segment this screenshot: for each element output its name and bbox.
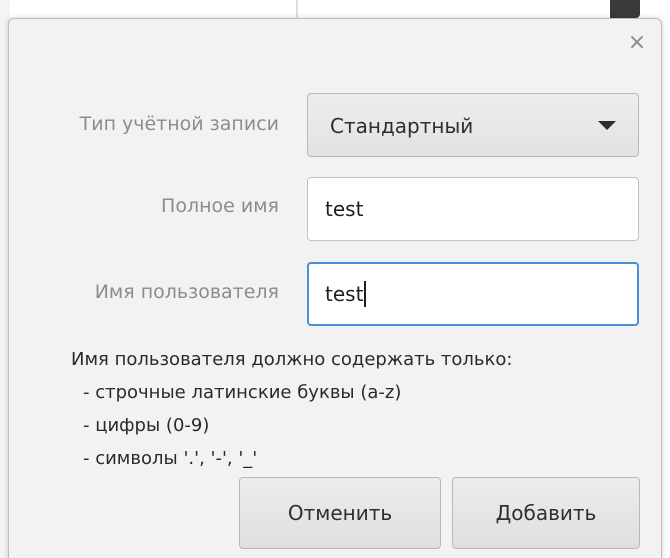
username-value: test: [325, 282, 364, 306]
account-type-dropdown[interactable]: Стандартный: [307, 93, 639, 157]
hint-item-latin: - строчные латинские буквы (a-z): [83, 382, 402, 403]
text-caret: [364, 280, 367, 307]
username-hint: Имя пользователя должно содержать только…: [71, 343, 512, 475]
account-type-value: Стандартный: [330, 114, 474, 138]
hint-title: Имя пользователя должно содержать только…: [71, 349, 513, 370]
add-user-button[interactable]: Добавить: [452, 477, 640, 549]
background-window-corner: [610, 0, 640, 18]
account-type-label: Тип учётной записи: [79, 113, 279, 135]
cancel-button[interactable]: Отменить: [239, 477, 441, 549]
username-field[interactable]: test: [307, 262, 639, 326]
add-user-dialog: × Тип учётной записи Стандартный Полное …: [8, 18, 662, 558]
full-name-field[interactable]: test: [307, 177, 639, 241]
chevron-down-icon: [598, 121, 616, 130]
username-label: Имя пользователя: [94, 281, 279, 303]
full-name-label: Полное имя: [161, 195, 279, 217]
close-icon[interactable]: ×: [623, 29, 651, 57]
full-name-value: test: [325, 197, 364, 221]
screen: × Тип учётной записи Стандартный Полное …: [0, 0, 670, 558]
hint-item-symbols: - символы '.', '-', '_': [83, 448, 258, 469]
hint-item-digits: - цифры (0-9): [83, 415, 210, 436]
